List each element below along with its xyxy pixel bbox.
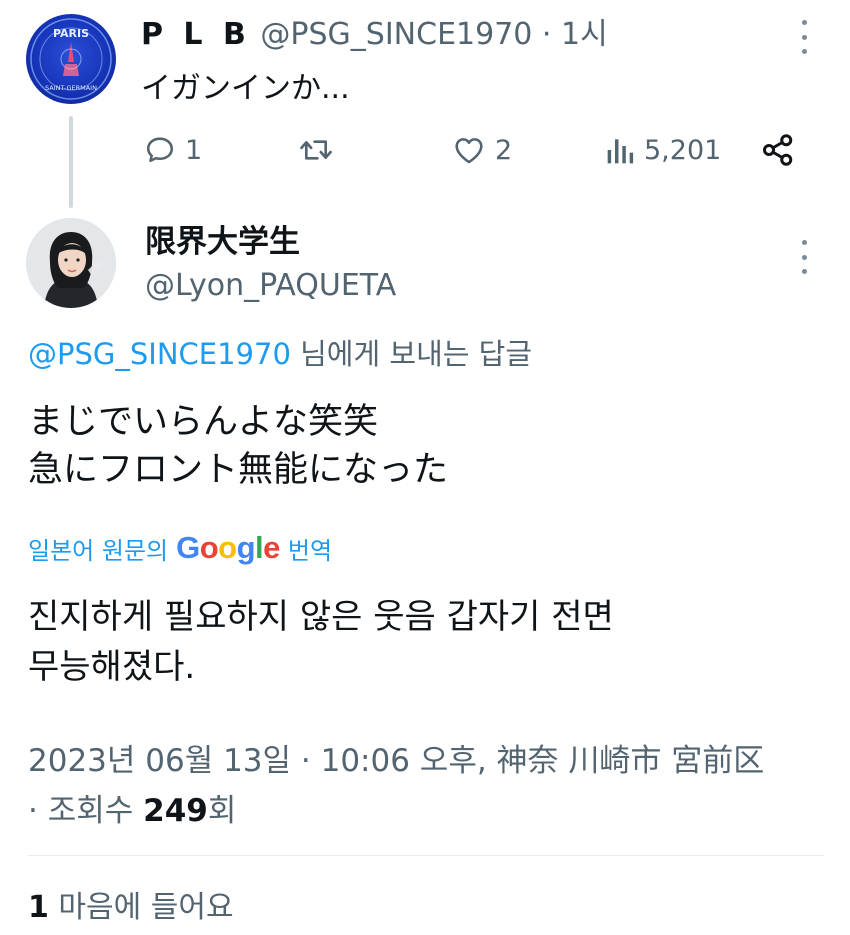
translation-prefix: 일본어 원문의: [28, 536, 169, 565]
views-count: 249: [143, 793, 208, 829]
avatar-top-text: PARIS: [53, 27, 89, 40]
translation-attribution[interactable]: 일본어 원문의 Google 번역: [28, 528, 332, 568]
likes-summary[interactable]: 1 마음에 들어요: [28, 886, 234, 930]
retweet-button[interactable]: [298, 130, 342, 170]
parent-handle[interactable]: @PSG_SINCE1970: [260, 17, 532, 52]
tweet-text: まじでいらんよな笑笑 急にフロント無能になった: [28, 398, 448, 494]
more-options-icon[interactable]: [800, 240, 808, 274]
parent-display-name[interactable]: P L B: [141, 17, 251, 52]
avatar-bottom-text: SAINT-GERMAIN: [45, 84, 97, 92]
views-prefix: · 조회수: [28, 793, 144, 829]
parent-avatar[interactable]: PARIS SAINT-GERMAIN: [26, 14, 116, 104]
tweet-text-line: 急にフロント無能になった: [28, 450, 449, 490]
like-button[interactable]: 2: [451, 130, 512, 170]
google-logo-icon: Google: [176, 530, 280, 565]
likes-count: 1: [28, 890, 49, 925]
speech-bubble-icon: [146, 137, 174, 163]
tweet-metadata: 2023년 06월 13일 · 10:06 오후, 神奈 川崎市 宮前区 · 조…: [28, 736, 764, 836]
share-icon: [763, 134, 793, 166]
psg-logo-icon: PARIS SAINT-GERMAIN: [30, 18, 112, 100]
view-count: 5,201: [644, 134, 722, 166]
thread-connector-line: [69, 116, 73, 208]
avatar-photo: [26, 218, 116, 308]
more-options-icon[interactable]: [800, 20, 808, 54]
retweet-icon: [300, 140, 332, 160]
replying-to-line: @PSG_SINCE1970 님에게 보내는 답글: [28, 334, 532, 374]
timestamp-location[interactable]: 2023년 06월 13일 · 10:06 오후, 神奈 川崎市 宮前区: [28, 736, 764, 786]
parent-timestamp[interactable]: 1시: [561, 17, 608, 52]
heart-icon: [455, 138, 483, 164]
reply-handle[interactable]: @Lyon_PAQUETA: [145, 266, 396, 306]
parent-tweet-header: P L B @PSG_SINCE1970 · 1시: [141, 14, 608, 56]
like-count: 2: [495, 134, 513, 166]
translated-text: 진지하게 필요하지 않은 웃음 갑자기 전면 무능해졌다.: [28, 592, 614, 692]
translated-text-line: 진지하게 필요하지 않은 웃음 갑자기 전면: [28, 597, 614, 637]
share-button[interactable]: [760, 130, 796, 170]
header-separator: ·: [541, 17, 552, 52]
translated-text-line: 무능해졌다.: [28, 647, 196, 687]
translation-suffix: 번역: [287, 536, 333, 565]
views-line: · 조회수 249회: [28, 786, 764, 836]
parent-tweet-text: イガンインか...: [141, 71, 350, 106]
reply-display-name[interactable]: 限界大学生: [145, 222, 300, 262]
bar-chart-icon: [607, 139, 634, 164]
reply-author-avatar[interactable]: [26, 218, 116, 308]
replying-to-mention[interactable]: @PSG_SINCE1970: [28, 337, 291, 371]
reply-count: 1: [185, 134, 203, 166]
likes-label: 마음에 들어요: [48, 890, 234, 925]
views-button[interactable]: 5,201: [606, 130, 721, 170]
replying-to-suffix: 님에게 보내는 답글: [290, 337, 533, 371]
tweet-text-line: まじでいらんよな笑笑: [28, 402, 379, 442]
reply-button[interactable]: 1: [143, 130, 202, 170]
divider: [28, 855, 824, 856]
views-suffix: 회: [207, 793, 237, 829]
